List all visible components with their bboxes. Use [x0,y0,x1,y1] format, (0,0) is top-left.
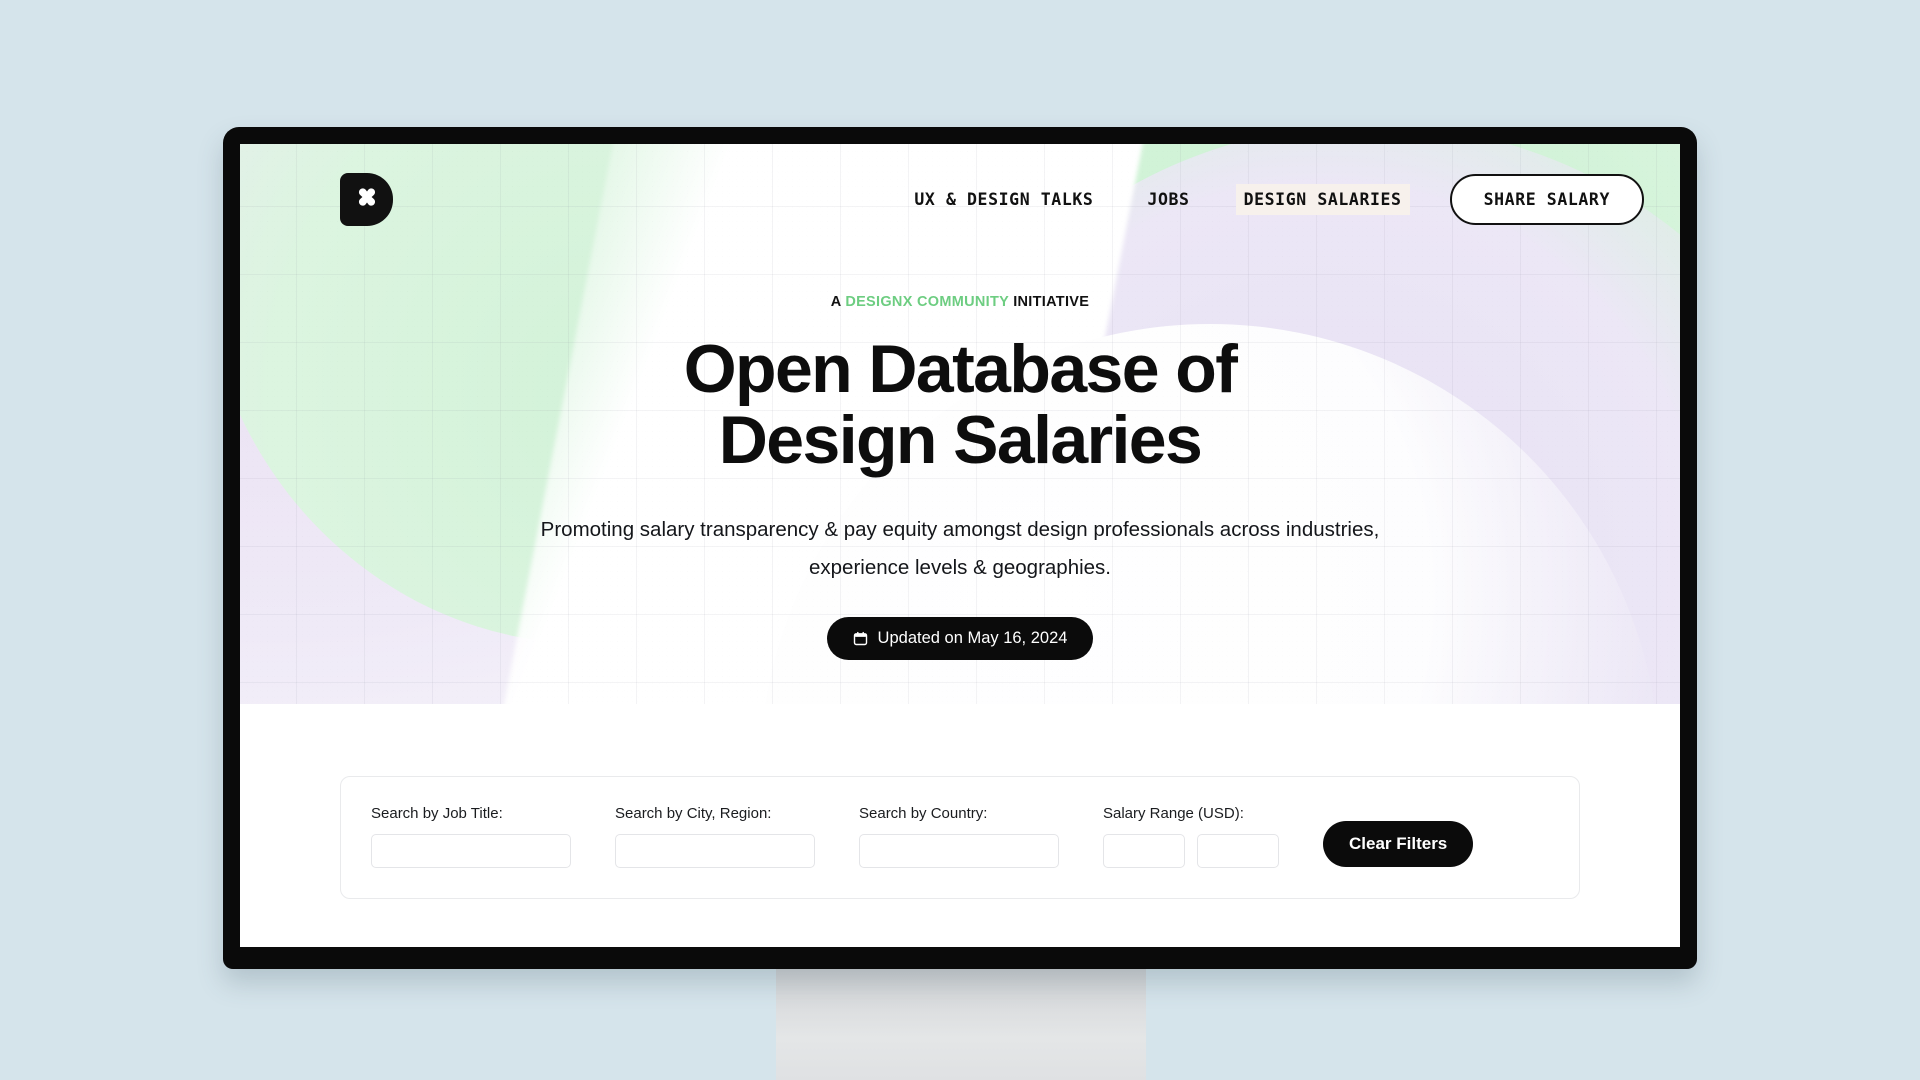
nav-link-ux-and-design-talks[interactable]: UX & DESIGN TALKS [906,184,1101,215]
hero-subtitle-line-2: experience levels & geographies. [809,556,1111,580]
hero-section: UX & DESIGN TALKS JOBS DESIGN SALARIES S… [240,144,1680,704]
search-city-region-input[interactable] [615,834,815,868]
salary-range-inputs [1103,834,1279,868]
calendar-icon [853,632,867,646]
clear-filters-button[interactable]: Clear Filters [1323,821,1474,867]
page-title: Open Database of Design Salaries [240,334,1680,475]
logo-x-icon [358,188,375,206]
filter-country: Search by Country: [859,805,1059,868]
content-section: Search by Job Title: Search by City, Reg… [240,776,1680,947]
filter-salary-range: Salary Range (USD): [1103,805,1279,868]
eyebrow-accent: DESIGNX COMMUNITY [845,294,1009,310]
search-country-input[interactable] [859,834,1059,868]
page-title-line-2: Design Salaries [718,401,1203,478]
hero-subtitle: Promoting salary transparency & pay equi… [520,511,1400,587]
nav-links: UX & DESIGN TALKS JOBS DESIGN SALARIES S… [906,173,1644,225]
last-updated-label: Updated on May 16, 2024 [877,629,1068,648]
search-job-title-input[interactable] [371,834,571,868]
filter-city-region-label: Search by City, Region: [615,805,772,822]
designx-logo[interactable] [340,172,393,226]
page-title-line-1: Open Database of [683,331,1238,407]
monitor-stand [776,960,1146,1080]
salary-max-input[interactable] [1197,834,1279,868]
filter-country-label: Search by Country: [859,805,988,822]
filter-panel: Search by Job Title: Search by City, Reg… [340,776,1580,899]
eyebrow-prefix: A [830,294,846,310]
filter-job-title: Search by Job Title: [371,805,571,868]
eyebrow-suffix: INITIATIVE [1008,294,1090,310]
hero-subtitle-line-1: Promoting salary transparency & pay equi… [540,518,1380,542]
nav-link-jobs[interactable]: JOBS [1139,184,1197,215]
screen: UX & DESIGN TALKS JOBS DESIGN SALARIES S… [240,144,1680,947]
last-updated-badge[interactable]: Updated on May 16, 2024 [826,617,1094,661]
main-navigation: UX & DESIGN TALKS JOBS DESIGN SALARIES S… [240,144,1680,254]
filter-city-region: Search by City, Region: [615,805,815,868]
monitor-frame: UX & DESIGN TALKS JOBS DESIGN SALARIES S… [223,127,1697,969]
filter-salary-range-label: Salary Range (USD): [1103,805,1244,822]
filter-job-title-label: Search by Job Title: [371,805,503,822]
hero-eyebrow: A DESIGNX COMMUNITY INITIATIVE [240,294,1680,310]
nav-link-design-salaries[interactable]: DESIGN SALARIES [1235,183,1410,215]
salary-min-input[interactable] [1103,834,1185,868]
share-salary-button[interactable]: SHARE SALARY [1449,173,1644,225]
